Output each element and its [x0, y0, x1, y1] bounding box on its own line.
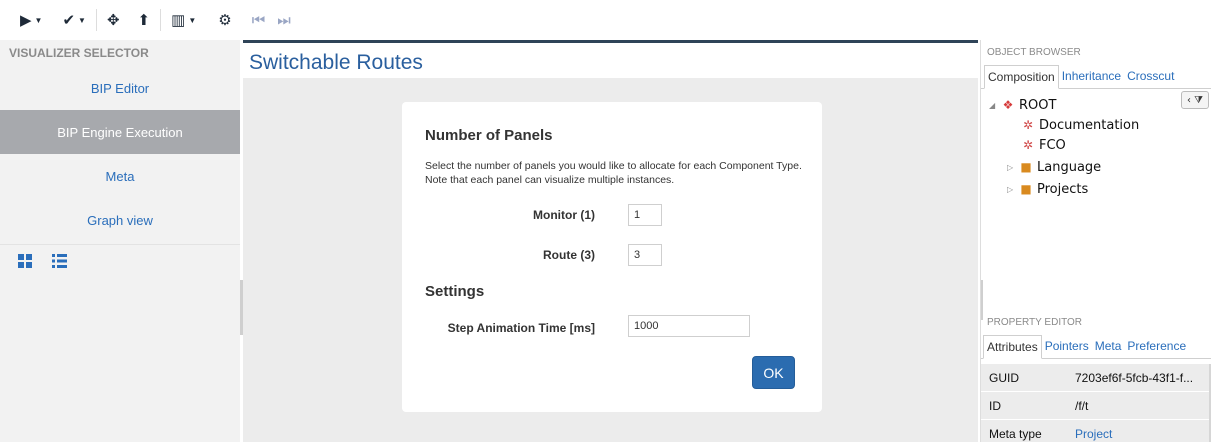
step-back-icon: ⏮	[251, 11, 266, 29]
step-forward-button[interactable]: ⏭	[271, 5, 297, 35]
page-title: Switchable Routes	[249, 51, 423, 74]
table-row: Meta type Project	[981, 420, 1211, 442]
visualizer-selector-panel: VISUALIZER SELECTOR BIP Editor BIP Engin…	[0, 40, 240, 442]
caret-down-icon: ▼	[78, 15, 86, 25]
tab-crosscut[interactable]: Crosscut	[1124, 65, 1177, 88]
step-back-button[interactable]: ⏮	[246, 5, 272, 35]
property-editor: PROPERTY EDITOR Attributes Pointers Meta…	[981, 310, 1211, 442]
upload-circle-icon: ⬆	[137, 12, 151, 29]
property-key: Meta type	[989, 426, 1042, 441]
tab-preference[interactable]: Preference	[1124, 335, 1189, 358]
object-browser-tabs: Composition Inheritance Crosscut	[981, 65, 1211, 89]
columns-icon: ▥	[171, 12, 186, 29]
property-value[interactable]: 7203ef6f-5fcb-43f1-f...	[1071, 371, 1211, 385]
view-toggle-group	[0, 245, 240, 281]
table-row: ID /f/t	[981, 392, 1211, 420]
layout-dropdown-button[interactable]: ▥ ▼	[165, 5, 202, 35]
folder-icon: ■	[1020, 160, 1032, 174]
visualizer-selector-title: VISUALIZER SELECTOR	[9, 46, 149, 60]
meta-type-link[interactable]: Project	[1071, 427, 1211, 441]
settings-heading: Settings	[425, 283, 485, 300]
toolbar-separator	[95, 9, 97, 31]
fco-icon: ✲	[1022, 118, 1034, 132]
tree-node-language[interactable]: ▷ ■ Language	[1007, 157, 1101, 177]
step-animation-input[interactable]	[628, 315, 750, 337]
tab-inheritance[interactable]: Inheritance	[1059, 65, 1124, 88]
tab-meta[interactable]: Meta	[1092, 335, 1125, 358]
tree-node-fco[interactable]: ✲ FCO	[1021, 135, 1066, 155]
dialog-description: Select the number of panels you would li…	[425, 160, 802, 186]
monitor-field-label: Monitor (1)	[533, 208, 595, 222]
expanded-toggle-icon[interactable]: ◢	[989, 101, 1001, 110]
tree-node-label: FCO	[1039, 137, 1066, 153]
cogs-icon: ⚙	[218, 12, 232, 29]
tree-node-label: ROOT	[1019, 97, 1057, 113]
move-button[interactable]: ✥	[101, 5, 126, 35]
visualizer-item-graph-view[interactable]: Graph view	[0, 198, 240, 242]
right-panel: OBJECT BROWSER Composition Inheritance C…	[980, 40, 1211, 442]
tab-composition[interactable]: Composition	[984, 65, 1059, 89]
property-editor-title: PROPERTY EDITOR	[987, 317, 1083, 328]
object-browser-title: OBJECT BROWSER	[987, 47, 1081, 58]
play-icon: ▶	[20, 12, 32, 29]
dialog-heading: Number of Panels	[425, 127, 553, 144]
panel-config-dialog: Number of Panels Select the number of pa…	[402, 102, 822, 412]
visualizer-item-bip-editor[interactable]: BIP Editor	[0, 66, 240, 110]
property-table: GUID 7203ef6f-5fcb-43f1-f... ID /f/t Met…	[981, 364, 1211, 442]
collapsed-toggle-icon[interactable]: ▷	[1007, 163, 1019, 172]
step-forward-icon: ⏭	[277, 11, 291, 29]
caret-down-icon: ▼	[188, 15, 197, 25]
fco-icon: ✲	[1022, 138, 1034, 152]
main-header: Switchable Routes	[243, 40, 978, 78]
collapsed-toggle-icon[interactable]: ▷	[1007, 185, 1019, 194]
property-key: GUID	[989, 370, 1019, 385]
ok-button[interactable]: OK	[752, 356, 795, 389]
step-animation-label: Step Animation Time [ms]	[447, 321, 595, 335]
tree-node-label: Language	[1037, 159, 1102, 175]
upload-button[interactable]: ⬆	[132, 5, 157, 35]
route-count-input[interactable]	[628, 244, 662, 266]
tab-pointers[interactable]: Pointers	[1042, 335, 1092, 358]
caret-down-icon: ▼	[34, 15, 43, 25]
move-icon: ✥	[106, 12, 120, 29]
tab-attributes[interactable]: Attributes	[983, 335, 1042, 359]
check-dropdown-button[interactable]: ✔ ▼	[56, 5, 92, 35]
toolbar-separator	[160, 9, 162, 31]
tree-node-root[interactable]: ◢ ❖ ROOT	[989, 95, 1056, 115]
tree-node-label: Documentation	[1039, 117, 1140, 133]
tree-node-documentation[interactable]: ✲ Documentation	[1021, 115, 1139, 135]
property-key: ID	[989, 398, 1001, 413]
collapse-filter-button[interactable]: ‹ ⧩	[1181, 91, 1209, 109]
property-editor-tabs: Attributes Pointers Meta Preference	[981, 335, 1211, 359]
object-tree: ‹ ⧩ ◢ ❖ ROOT ✲ Documentation ✲ FCO ▷ ■ L…	[981, 89, 1211, 319]
visualizer-item-meta[interactable]: Meta	[0, 154, 240, 198]
grid-view-icon[interactable]	[18, 253, 32, 273]
tree-node-projects[interactable]: ▷ ■ Projects	[1007, 179, 1088, 199]
check-circle-icon: ✔	[62, 12, 76, 29]
route-field-label: Route (3)	[543, 248, 595, 262]
monitor-count-input[interactable]	[628, 204, 662, 226]
visualizer-item-bip-engine-execution[interactable]: BIP Engine Execution	[0, 110, 240, 154]
cogs-button[interactable]: ⚙	[212, 5, 237, 35]
folder-icon: ■	[1020, 182, 1032, 196]
toolbar: ▶ ▼ ✔ ▼ ✥ ⬆ ▥ ▼ ⚙ ⏮ ⏭	[0, 0, 1211, 40]
table-row: GUID 7203ef6f-5fcb-43f1-f...	[981, 364, 1211, 392]
play-dropdown-button[interactable]: ▶ ▼	[14, 5, 48, 35]
tree-node-label: Projects	[1037, 181, 1089, 197]
list-view-icon[interactable]	[52, 253, 67, 273]
root-icon: ❖	[1002, 98, 1014, 112]
property-value[interactable]: /f/t	[1071, 399, 1211, 413]
main-panel: Switchable Routes Number of Panels Selec…	[243, 40, 978, 442]
